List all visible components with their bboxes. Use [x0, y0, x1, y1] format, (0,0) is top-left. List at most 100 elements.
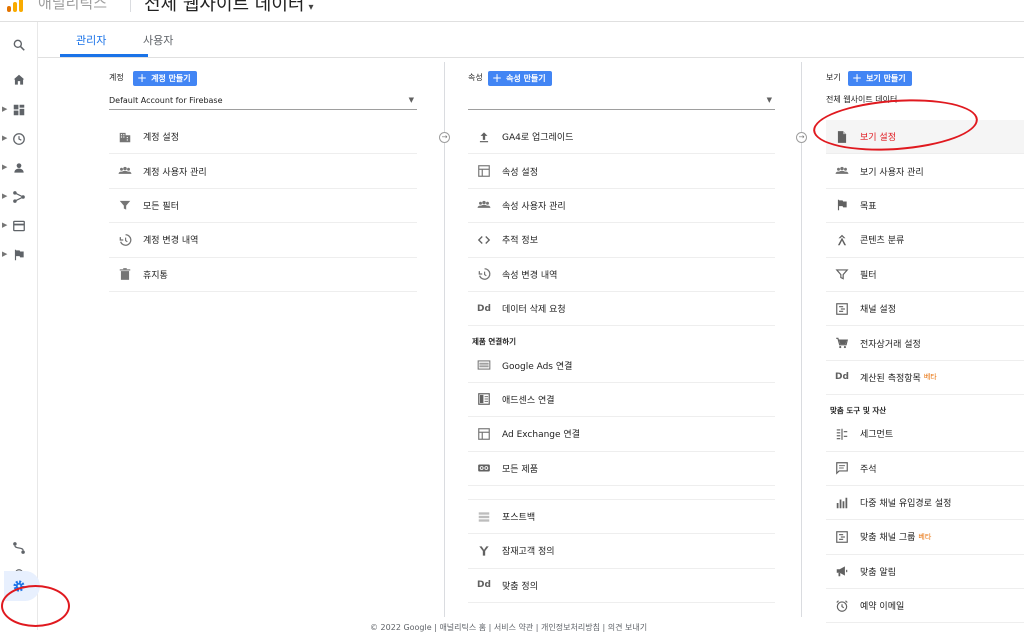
audience-definitions[interactable]: 잠재고객 정의 — [468, 534, 775, 569]
filter-icon — [832, 266, 852, 282]
account-heading: 계정 — [109, 73, 124, 82]
clock-icon — [13, 133, 25, 145]
dropdown-arrow-icon: ▼ — [766, 96, 772, 104]
attribution-icon — [13, 542, 25, 554]
code-icon — [474, 232, 494, 248]
item-label: 계정 설정 — [143, 133, 179, 144]
item-label: 데이터 삭제 요청 — [502, 305, 566, 316]
view-annotations[interactable]: 주석 — [826, 452, 1024, 486]
view-content-grouping[interactable]: 콘텐츠 분류 — [826, 223, 1024, 258]
item-label: 다중 채널 유입경로 설정 — [860, 499, 952, 510]
nav-home[interactable] — [0, 69, 38, 91]
view-name: 전체 웹사이트 데이터 — [144, 0, 305, 15]
nav-behavior[interactable]: ▶ — [0, 215, 38, 237]
view-channel-settings[interactable]: 채널 설정 — [826, 292, 1024, 327]
adsense-links[interactable]: 애드센스 연결 — [468, 383, 775, 418]
nav-acquisition[interactable]: ▶ — [0, 186, 38, 208]
account-selector[interactable]: Default Account for Firebase ▼ — [109, 92, 417, 110]
segment-icon — [832, 426, 852, 442]
dd-icon: Dd — [477, 303, 491, 314]
property-menu: GA4로 업그레이드 속성 설정 속성 사용자 관리 추적 정보 속성 변경 내… — [468, 120, 775, 604]
view-selector[interactable]: 전체 웹사이트 데이터 ▾ — [144, 0, 314, 16]
custom-tools-heading: 맞춤 도구 및 자산 — [830, 406, 887, 416]
view-mcf-settings[interactable]: 다중 채널 유입경로 설정 — [826, 486, 1024, 521]
account-trash[interactable]: 휴지통 — [109, 258, 417, 292]
item-label: 맞춤 채널 그룹 — [860, 533, 916, 544]
adsense-icon — [474, 391, 494, 407]
item-label: 전자상거래 설정 — [860, 339, 921, 350]
view-goals[interactable]: 목표 — [826, 189, 1024, 224]
people-icon — [832, 163, 852, 179]
item-label: 모든 필터 — [143, 201, 179, 212]
view-calculated-metrics[interactable]: Dd 계산된 측정항목 베타 — [826, 361, 1024, 396]
create-property-button[interactable]: + 속성 만들기 — [488, 71, 552, 86]
filter-icon — [115, 197, 135, 213]
view-scheduled-emails[interactable]: 예약 이메일 — [826, 589, 1024, 624]
people-icon — [474, 197, 494, 213]
property-data-deletion[interactable]: Dd 데이터 삭제 요청 — [468, 292, 775, 327]
item-label: 잠재고객 정의 — [502, 547, 555, 558]
account-change-history[interactable]: 계정 변경 내역 — [109, 223, 417, 258]
plus-icon: + — [492, 71, 503, 85]
account-all-filters[interactable]: 모든 필터 — [109, 189, 417, 224]
property-change-history[interactable]: 속성 변경 내역 — [468, 258, 775, 292]
item-label: 속성 변경 내역 — [502, 270, 558, 281]
history-icon — [474, 266, 494, 282]
channel-icon — [832, 301, 852, 317]
view-custom-alerts[interactable]: 맞춤 알림 — [826, 555, 1024, 590]
upload-icon — [474, 129, 494, 145]
ad-exchange-links[interactable]: Ad Exchange 연결 — [468, 417, 775, 452]
nav-search[interactable] — [0, 34, 38, 56]
account-settings[interactable]: 계정 설정 — [109, 120, 417, 155]
account-user-management[interactable]: 계정 사용자 관리 — [109, 154, 417, 189]
nav-customization[interactable]: ▶ — [0, 99, 38, 121]
audience-icon — [474, 543, 494, 559]
account-column: 계정 + 계정 만들기 Default Account for Firebase ▼… — [109, 58, 419, 630]
annotation-circle-admin — [1, 585, 70, 627]
property-selector[interactable]: ▼ — [468, 92, 775, 110]
nav-attribution[interactable] — [0, 537, 38, 559]
top-header: 애널리틱스 전체 웹사이트 데이터 ▾ — [0, 0, 1024, 22]
property-tracking-info[interactable]: 추적 정보 — [468, 223, 775, 258]
property-column: 속성 + 속성 만들기 ▼ GA4로 업그레이드 속성 설정 속성 사용자 관리 … — [468, 58, 776, 630]
caret-down-icon: ▾ — [308, 2, 314, 13]
item-label: 애드센스 연결 — [502, 395, 555, 406]
nav-realtime[interactable]: ▶ — [0, 128, 38, 150]
google-ads-links[interactable]: Google Ads 연결 — [468, 348, 775, 383]
analytics-logo-icon[interactable] — [5, 0, 25, 12]
layout-icon — [474, 163, 494, 179]
search-icon — [13, 39, 25, 51]
section-spacer — [468, 486, 775, 500]
view-menu: 보기 설정 보기 사용자 관리 목표 콘텐츠 분류 필터 채널 설정 전자상거래… — [826, 120, 1024, 624]
item-label: 포스트백 — [502, 513, 536, 524]
plus-icon: + — [852, 71, 863, 85]
view-filters[interactable]: 필터 — [826, 258, 1024, 292]
create-view-button[interactable]: + 보기 만들기 — [848, 71, 912, 86]
dashboard-icon — [13, 104, 25, 116]
all-products[interactable]: 모든 제품 — [468, 452, 775, 486]
view-custom-channel-grouping[interactable]: 맞춤 채널 그룹 베타 — [826, 520, 1024, 555]
custom-definitions[interactable]: Dd 맞춤 정의 — [468, 569, 775, 604]
tab-admin[interactable]: 관리자 — [76, 32, 106, 48]
tab-user[interactable]: 사용자 — [143, 32, 173, 48]
beta-badge: 베타 — [918, 532, 932, 541]
postbacks[interactable]: 포스트백 — [468, 500, 775, 535]
property-settings[interactable]: 속성 설정 — [468, 154, 775, 189]
expand-arrow-icon: ▶ — [2, 221, 8, 229]
footer-links[interactable]: © 2022 Google | 애널리틱스 홈 | 서비스 약관 | 개인정보처… — [370, 622, 647, 633]
nav-audience[interactable]: ▶ — [0, 157, 38, 179]
create-account-button[interactable]: + 계정 만들기 — [133, 71, 197, 86]
view-ecommerce-settings[interactable]: 전자상거래 설정 — [826, 326, 1024, 361]
adx-icon — [474, 426, 494, 442]
property-heading: 속성 — [468, 73, 483, 82]
nav-conversions[interactable]: ▶ — [0, 244, 38, 266]
person-icon — [14, 163, 24, 173]
view-segments[interactable]: 세그먼트 — [826, 417, 1024, 452]
item-label: 필터 — [860, 270, 877, 281]
property-upgrade-ga4[interactable]: GA4로 업그레이드 — [468, 120, 775, 155]
view-user-management[interactable]: 보기 사용자 관리 — [826, 154, 1024, 189]
view-heading: 보기 — [826, 73, 841, 82]
arrow-right-icon: → — [439, 132, 450, 143]
property-user-management[interactable]: 속성 사용자 관리 — [468, 189, 775, 224]
grouping-icon — [832, 232, 852, 248]
